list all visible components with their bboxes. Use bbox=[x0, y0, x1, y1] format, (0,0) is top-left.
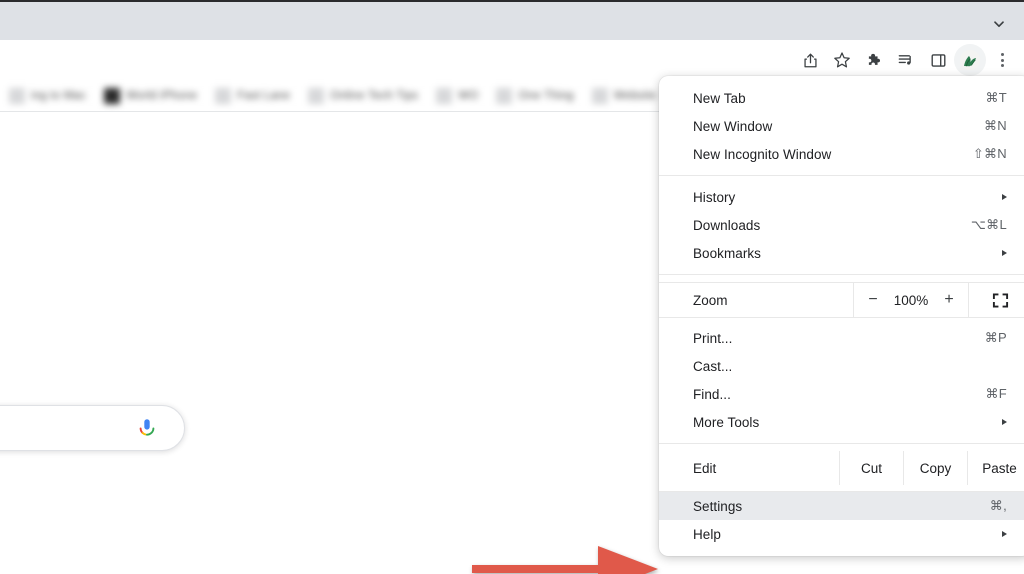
bookmark-item[interactable]: Online Tech Tips bbox=[299, 84, 427, 108]
bookmark-item[interactable]: ing to Mac bbox=[0, 84, 95, 108]
menu-item-shortcut: ⌘P bbox=[984, 330, 1007, 345]
menu-item-label: New Window bbox=[693, 118, 773, 134]
share-icon[interactable] bbox=[794, 44, 826, 76]
menu-item-label: Bookmarks bbox=[693, 245, 761, 261]
menu-item-label: Cast... bbox=[693, 358, 733, 374]
google-microphone-icon[interactable] bbox=[136, 417, 158, 441]
menu-divider bbox=[659, 175, 1024, 176]
menu-item-print[interactable]: Print... ⌘P bbox=[659, 324, 1024, 352]
favicon-icon bbox=[9, 88, 25, 104]
menu-item-shortcut: ⌘T bbox=[985, 90, 1007, 105]
menu-item-label: New Tab bbox=[693, 90, 746, 106]
menu-item-label: More Tools bbox=[693, 414, 760, 430]
menu-item-new-incognito-window[interactable]: New Incognito Window ⇧⌘N bbox=[659, 140, 1024, 168]
menu-divider bbox=[659, 274, 1024, 275]
edit-copy-button[interactable]: Copy bbox=[903, 451, 967, 485]
favicon-icon bbox=[104, 88, 121, 104]
menu-item-history[interactable]: History bbox=[659, 183, 1024, 211]
chevron-down-icon[interactable] bbox=[986, 14, 1012, 34]
edit-paste-button[interactable]: Paste bbox=[967, 451, 1024, 485]
menu-item-label: New Incognito Window bbox=[693, 146, 832, 162]
bookmark-item[interactable]: Website bbox=[583, 84, 666, 108]
browser-window: ing to Mac World iPhone Fast Lane Online… bbox=[0, 0, 1024, 574]
menu-item-shortcut: ⇧⌘N bbox=[972, 146, 1007, 161]
toolbar-actions bbox=[794, 44, 1018, 76]
zoom-row-bottom-border bbox=[659, 317, 1024, 318]
media-playlist-icon[interactable] bbox=[890, 44, 922, 76]
menu-item-new-tab[interactable]: New Tab ⌘T bbox=[659, 84, 1024, 112]
browser-toolbar bbox=[0, 40, 1024, 80]
menu-item-new-window[interactable]: New Window ⌘N bbox=[659, 112, 1024, 140]
side-panel-icon[interactable] bbox=[922, 44, 954, 76]
fullscreen-icon[interactable] bbox=[969, 283, 1024, 317]
favicon-icon bbox=[591, 88, 608, 104]
bookmark-label: World iPhone bbox=[126, 90, 198, 102]
bookmark-label: WO bbox=[458, 90, 479, 102]
menu-item-label: Help bbox=[693, 526, 721, 542]
menu-item-label: Find... bbox=[693, 386, 731, 402]
favicon-icon bbox=[308, 88, 325, 104]
menu-item-help[interactable]: Help bbox=[659, 520, 1024, 548]
favicon-icon bbox=[436, 88, 453, 104]
menu-item-shortcut: ⌥⌘L bbox=[970, 217, 1007, 232]
bookmark-label: Online Tech Tips bbox=[330, 90, 419, 102]
bookmark-item[interactable]: World iPhone bbox=[95, 84, 206, 108]
zoom-in-button[interactable]: + bbox=[935, 283, 963, 317]
chevron-right-icon bbox=[1002, 250, 1007, 256]
profile-avatar-icon[interactable] bbox=[954, 44, 986, 76]
three-dot-glyph bbox=[1000, 53, 1004, 67]
bookmark-label: One Thing bbox=[518, 90, 574, 102]
menu-item-find[interactable]: Find... ⌘F bbox=[659, 380, 1024, 408]
edit-cut-button[interactable]: Cut bbox=[839, 451, 903, 485]
menu-item-label: Print... bbox=[693, 330, 733, 346]
favicon-icon bbox=[496, 88, 513, 104]
menu-item-label: History bbox=[693, 189, 736, 205]
chevron-right-icon bbox=[1002, 531, 1007, 537]
chrome-main-menu[interactable]: New Tab ⌘T New Window ⌘N New Incognito W… bbox=[659, 76, 1024, 556]
tab-strip bbox=[0, 2, 1024, 40]
menu-item-bookmarks[interactable]: Bookmarks bbox=[659, 239, 1024, 267]
menu-item-more-tools[interactable]: More Tools bbox=[659, 408, 1024, 436]
menu-item-settings[interactable]: Settings ⌘, bbox=[659, 492, 1024, 520]
menu-item-label: Settings bbox=[693, 498, 743, 514]
bookmark-item[interactable]: Fast Lane bbox=[206, 84, 299, 108]
bookmark-label: Fast Lane bbox=[237, 90, 291, 102]
menu-divider bbox=[659, 443, 1024, 444]
menu-item-shortcut: ⌘F bbox=[985, 386, 1007, 401]
favicon-icon bbox=[215, 88, 232, 104]
three-dot-menu-icon[interactable] bbox=[986, 44, 1018, 76]
menu-row-zoom: Zoom − 100% + bbox=[659, 283, 1024, 317]
chevron-right-icon bbox=[1002, 419, 1007, 425]
bookmark-star-icon[interactable] bbox=[826, 44, 858, 76]
zoom-level-value: 100% bbox=[893, 292, 929, 308]
menu-item-cast[interactable]: Cast... bbox=[659, 352, 1024, 380]
bookmark-label: ing to Mac bbox=[31, 90, 87, 102]
google-search-box[interactable] bbox=[0, 405, 185, 451]
zoom-out-button[interactable]: − bbox=[859, 283, 887, 317]
extensions-puzzle-icon[interactable] bbox=[858, 44, 890, 76]
red-arrow-annotation-icon bbox=[472, 546, 658, 574]
menu-item-downloads[interactable]: Downloads ⌥⌘L bbox=[659, 211, 1024, 239]
menu-item-shortcut: ⌘, bbox=[989, 498, 1007, 513]
edit-label: Edit bbox=[693, 460, 717, 476]
avatar bbox=[960, 50, 980, 70]
menu-item-label: Downloads bbox=[693, 217, 761, 233]
zoom-label: Zoom bbox=[693, 292, 728, 308]
menu-item-shortcut: ⌘N bbox=[984, 118, 1007, 133]
bookmark-label: Website bbox=[613, 90, 657, 102]
menu-row-edit: Edit Cut Copy Paste bbox=[659, 451, 1024, 485]
bookmark-item[interactable]: One Thing bbox=[487, 84, 582, 108]
bookmark-item[interactable]: WO bbox=[427, 84, 487, 108]
chevron-right-icon bbox=[1002, 194, 1007, 200]
zoom-controls: − 100% + bbox=[853, 283, 969, 317]
